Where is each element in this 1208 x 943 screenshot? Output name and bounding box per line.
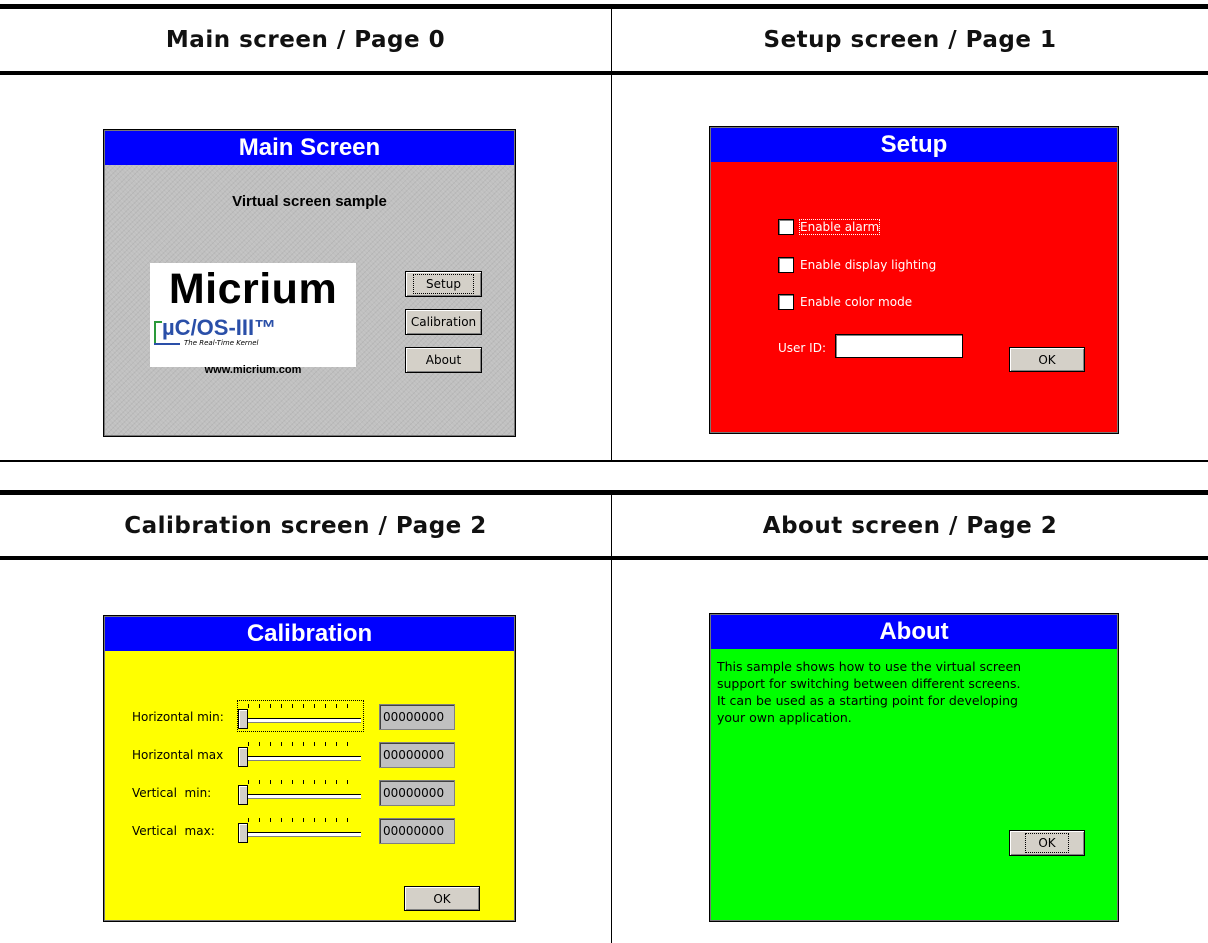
calibration-screen-body: Horizontal min: 00000000 Horizontal max … bbox=[105, 651, 514, 920]
horizontal-min-slider[interactable] bbox=[237, 700, 364, 732]
slider-track bbox=[244, 794, 361, 799]
horizontal-max-label: Horizontal max bbox=[132, 748, 224, 762]
vertical-min-slider[interactable] bbox=[238, 777, 363, 807]
about-ok-button[interactable]: OK bbox=[1009, 830, 1085, 856]
logo-tagline: The Real-Time Kernel bbox=[184, 339, 259, 347]
main-screen-body: Virtual screen sample Micrium µC/OS-III™… bbox=[105, 165, 514, 435]
slider-knob[interactable] bbox=[238, 747, 248, 767]
slider-ticks bbox=[248, 780, 357, 784]
about-button[interactable]: About bbox=[405, 347, 482, 373]
slider-ticks bbox=[248, 704, 357, 708]
enable-lighting-checkbox[interactable] bbox=[778, 257, 794, 273]
about-ok-label: OK bbox=[1025, 833, 1069, 853]
slider-ticks bbox=[248, 742, 357, 746]
calibration-screen-title: Calibration bbox=[105, 617, 514, 651]
setup-button[interactable]: Setup bbox=[405, 271, 482, 297]
logo-bracket-icon bbox=[154, 321, 162, 345]
main-screen-window: Main Screen Virtual screen sample Micriu… bbox=[103, 129, 516, 437]
calibration-button[interactable]: Calibration bbox=[405, 309, 482, 335]
header-setup: Setup screen / Page 1 bbox=[763, 27, 1057, 53]
setup-screen-window: Setup Enable alarm Enable display lighti… bbox=[709, 126, 1119, 434]
about-screen-window: About This sample shows how to use the v… bbox=[709, 613, 1119, 922]
logo-brand: Micrium bbox=[168, 265, 338, 313]
logo-arrow-icon bbox=[154, 343, 180, 345]
calibration-ok-button[interactable]: OK bbox=[404, 886, 480, 911]
vertical-min-label: Vertical min: bbox=[132, 786, 212, 800]
enable-color-checkbox[interactable] bbox=[778, 294, 794, 310]
about-text-line-3: It can be used as a starting point for d… bbox=[717, 693, 1018, 708]
enable-lighting-label[interactable]: Enable display lighting bbox=[800, 258, 936, 272]
about-text-line-1: This sample shows how to use the virtual… bbox=[717, 659, 1022, 674]
calibration-screen-window: Calibration Horizontal min: 00000000 Hor… bbox=[103, 615, 516, 922]
slider-ticks bbox=[248, 818, 357, 822]
header-calibration: Calibration screen / Page 2 bbox=[124, 513, 487, 539]
enable-color-label[interactable]: Enable color mode bbox=[800, 295, 912, 309]
logo-product: µC/OS-III™ bbox=[162, 315, 277, 340]
slider-track bbox=[244, 718, 361, 723]
about-screen-body: This sample shows how to use the virtual… bbox=[711, 649, 1117, 920]
about-text-line-2: support for switching between different … bbox=[717, 676, 1021, 691]
column-divider-2 bbox=[611, 495, 612, 943]
setup-ok-button[interactable]: OK bbox=[1009, 347, 1085, 372]
horizontal-min-value[interactable]: 00000000 bbox=[379, 704, 455, 730]
slider-knob[interactable] bbox=[238, 709, 248, 729]
setup-button-label: Setup bbox=[413, 274, 474, 294]
logo-url: www.micrium.com bbox=[204, 364, 302, 376]
vertical-max-slider[interactable] bbox=[238, 815, 363, 845]
user-id-input[interactable] bbox=[835, 334, 963, 358]
setup-screen-body: Enable alarm Enable display lighting Ena… bbox=[711, 162, 1117, 432]
subtitle: Virtual screen sample bbox=[232, 193, 387, 210]
micrium-logo: Micrium µC/OS-III™ The Real-Time Kernel bbox=[150, 263, 356, 367]
header-about: About screen / Page 2 bbox=[762, 513, 1058, 539]
user-id-label: User ID: bbox=[778, 341, 826, 355]
setup-screen-title: Setup bbox=[711, 128, 1117, 162]
enable-alarm-label[interactable]: Enable alarm bbox=[798, 219, 881, 235]
table-row-rule bbox=[0, 460, 1208, 462]
about-text-line-4: your own application. bbox=[717, 710, 852, 725]
slider-track bbox=[244, 832, 361, 837]
column-divider bbox=[611, 9, 612, 460]
vertical-max-value[interactable]: 00000000 bbox=[379, 818, 455, 844]
slider-knob[interactable] bbox=[238, 785, 248, 805]
vertical-min-value[interactable]: 00000000 bbox=[379, 780, 455, 806]
header-main: Main screen / Page 0 bbox=[165, 27, 446, 53]
vertical-max-label: Vertical max: bbox=[132, 824, 215, 838]
enable-alarm-checkbox[interactable] bbox=[778, 219, 794, 235]
main-screen-title: Main Screen bbox=[105, 131, 514, 165]
slider-knob[interactable] bbox=[238, 823, 248, 843]
horizontal-max-slider[interactable] bbox=[238, 739, 363, 769]
about-screen-title: About bbox=[711, 615, 1117, 649]
horizontal-max-value[interactable]: 00000000 bbox=[379, 742, 455, 768]
horizontal-min-label: Horizontal min: bbox=[132, 710, 224, 724]
slider-track bbox=[244, 756, 361, 761]
